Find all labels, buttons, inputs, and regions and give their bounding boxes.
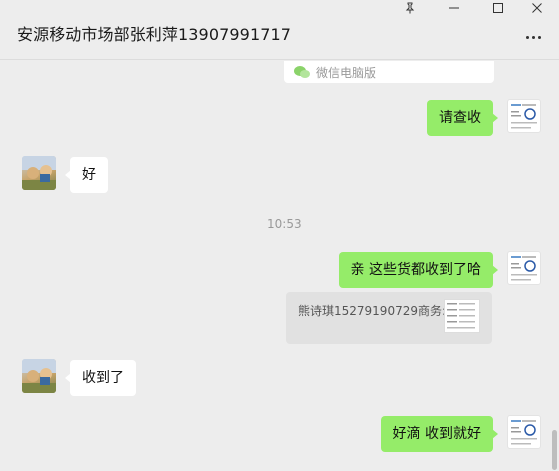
- avatar-image: [22, 359, 56, 393]
- timestamp: 10:53: [267, 217, 302, 231]
- message-bubble-me[interactable]: 亲 这些货都收到了哈: [338, 252, 499, 288]
- source-card-label: 微信电脑版: [316, 65, 377, 80]
- message-bubble-other[interactable]: 收到了: [65, 360, 136, 396]
- maximize-icon[interactable]: [476, 0, 520, 16]
- message-bubble-me[interactable]: 好滴 收到就好: [380, 416, 499, 452]
- my-avatar[interactable]: [507, 99, 541, 133]
- message-text: 请查收: [439, 110, 481, 126]
- avatar-image: [22, 156, 56, 190]
- scrollbar-thumb[interactable]: [552, 430, 557, 470]
- chat-area[interactable]: 微信电脑版 请查收 好 10:53 亲 这些货都收到了哈 熊诗琪15279190…: [0, 61, 559, 471]
- my-avatar[interactable]: [507, 251, 541, 285]
- pin-icon[interactable]: [388, 0, 432, 16]
- message-bubble-me[interactable]: 请查收: [427, 100, 498, 136]
- my-avatar[interactable]: [507, 415, 541, 449]
- document-thumbnail: [444, 299, 480, 333]
- forwarded-message-text: 熊诗琪15279190729商务:: [298, 304, 447, 318]
- more-icon[interactable]: [526, 36, 541, 39]
- message-text: 好滴 收到就好: [392, 426, 481, 442]
- contact-avatar[interactable]: [22, 156, 56, 190]
- avatar-image: [511, 420, 537, 445]
- avatar-image: [511, 256, 537, 281]
- source-card[interactable]: 微信电脑版: [284, 61, 494, 83]
- avatar-image: [511, 104, 537, 129]
- title-bar: 安源移动市场部张利萍13907991717: [0, 0, 559, 60]
- message-bubble-other[interactable]: 好: [65, 157, 108, 193]
- message-text: 亲 这些货都收到了哈: [350, 262, 481, 278]
- chat-title: 安源移动市场部张利萍13907991717: [17, 25, 292, 44]
- message-text: 收到了: [82, 370, 124, 386]
- forwarded-message-card[interactable]: 熊诗琪15279190729商务:: [286, 292, 492, 344]
- contact-avatar[interactable]: [22, 359, 56, 393]
- message-text: 好: [82, 167, 96, 183]
- minimize-icon[interactable]: [432, 0, 476, 16]
- close-icon[interactable]: [515, 0, 559, 16]
- wechat-icon: [294, 66, 310, 78]
